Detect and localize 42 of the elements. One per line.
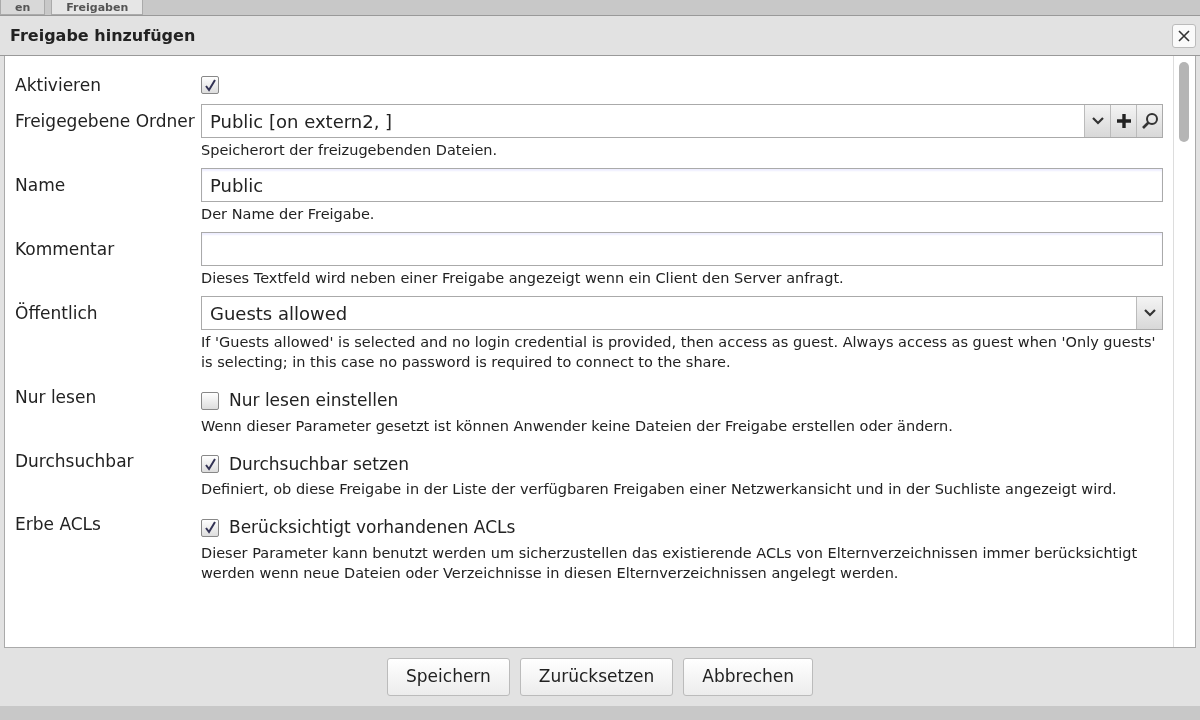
field-label: Aktivieren <box>15 74 102 96</box>
chevron-down-icon <box>1091 117 1104 125</box>
checkbox[interactable] <box>201 76 219 94</box>
scrollbar-thumb[interactable] <box>1179 62 1189 142</box>
field-label: Erbe ACLs <box>15 513 102 536</box>
dialog-button[interactable]: Speichern <box>387 658 510 696</box>
text-field[interactable]: Public <box>201 168 1163 202</box>
dialog-button[interactable]: Abbrechen <box>683 658 813 696</box>
field-label: Name <box>15 174 67 197</box>
checkbox[interactable] <box>201 455 219 474</box>
field-label: Freigegebene Ordner <box>15 110 196 133</box>
dialog-title: Freigabe hinzufügen <box>10 24 196 47</box>
dialog-button[interactable]: Zurücksetzen <box>519 658 674 696</box>
checkbox-label: Durchsuchbar setzen <box>229 452 410 476</box>
folder-combo[interactable]: Public [on extern2, ] <box>201 104 1163 138</box>
checkbox-label: Berücksichtigt vorhandenen ACLs <box>229 516 516 539</box>
chevron-down-icon <box>1143 309 1156 317</box>
checkbox-label: Nur lesen einstellen <box>229 389 399 412</box>
close-icon <box>1177 28 1191 43</box>
field-label: Nur lesen <box>15 386 98 409</box>
help-text: If 'Guests allowed' is selected and no login credential is provided, then access as guest. Always access as guest when 'Only guests' is selecting; in this case no password is required to connect to the share. <box>201 333 1157 372</box>
help-text: Speicherort der freizugebenden Dateien. <box>201 141 499 160</box>
checkbox[interactable] <box>201 391 219 410</box>
help-text: Der Name der Freigabe. <box>201 205 376 224</box>
checkbox[interactable] <box>201 518 219 537</box>
add-button[interactable] <box>1110 105 1136 137</box>
select-field[interactable]: Guests allowed <box>201 296 1163 330</box>
search-icon <box>1140 112 1159 130</box>
help-text: Dieses Textfeld wird neben einer Freigabe angezeigt wenn ein Client den Server anfragt. <box>201 269 845 288</box>
help-text: Wenn dieser Parameter gesetzt ist können Anwender keine Dateien der Freigabe erstellen oder ändern. <box>201 416 954 436</box>
tab[interactable]: Freigaben <box>51 0 144 15</box>
field-label: Durchsuchbar <box>15 449 135 473</box>
field-label: Kommentar <box>15 238 116 261</box>
help-text: Definiert, ob diese Freigabe in der Liste der verfügbaren Freigaben einer Netzwerkansicht und in der Suchliste angezeigt wird. <box>201 480 1118 499</box>
dropdown-button[interactable] <box>1084 105 1110 137</box>
text-field[interactable] <box>201 232 1163 266</box>
tab[interactable]: en <box>0 0 46 15</box>
plus-icon <box>1115 113 1132 129</box>
field-label: Öffentlich <box>15 301 99 325</box>
help-text: Dieser Parameter kann benutzt werden um sicherzustellen das existierende ACLs von Elternverzeichnissen immer berücksichtigt werden wenn neue Dateien oder Verzeichnisse in diesen Elternverzeichnissen angelegt werden. <box>201 543 1139 583</box>
close-button[interactable] <box>1172 23 1196 48</box>
search-button[interactable] <box>1136 105 1162 137</box>
